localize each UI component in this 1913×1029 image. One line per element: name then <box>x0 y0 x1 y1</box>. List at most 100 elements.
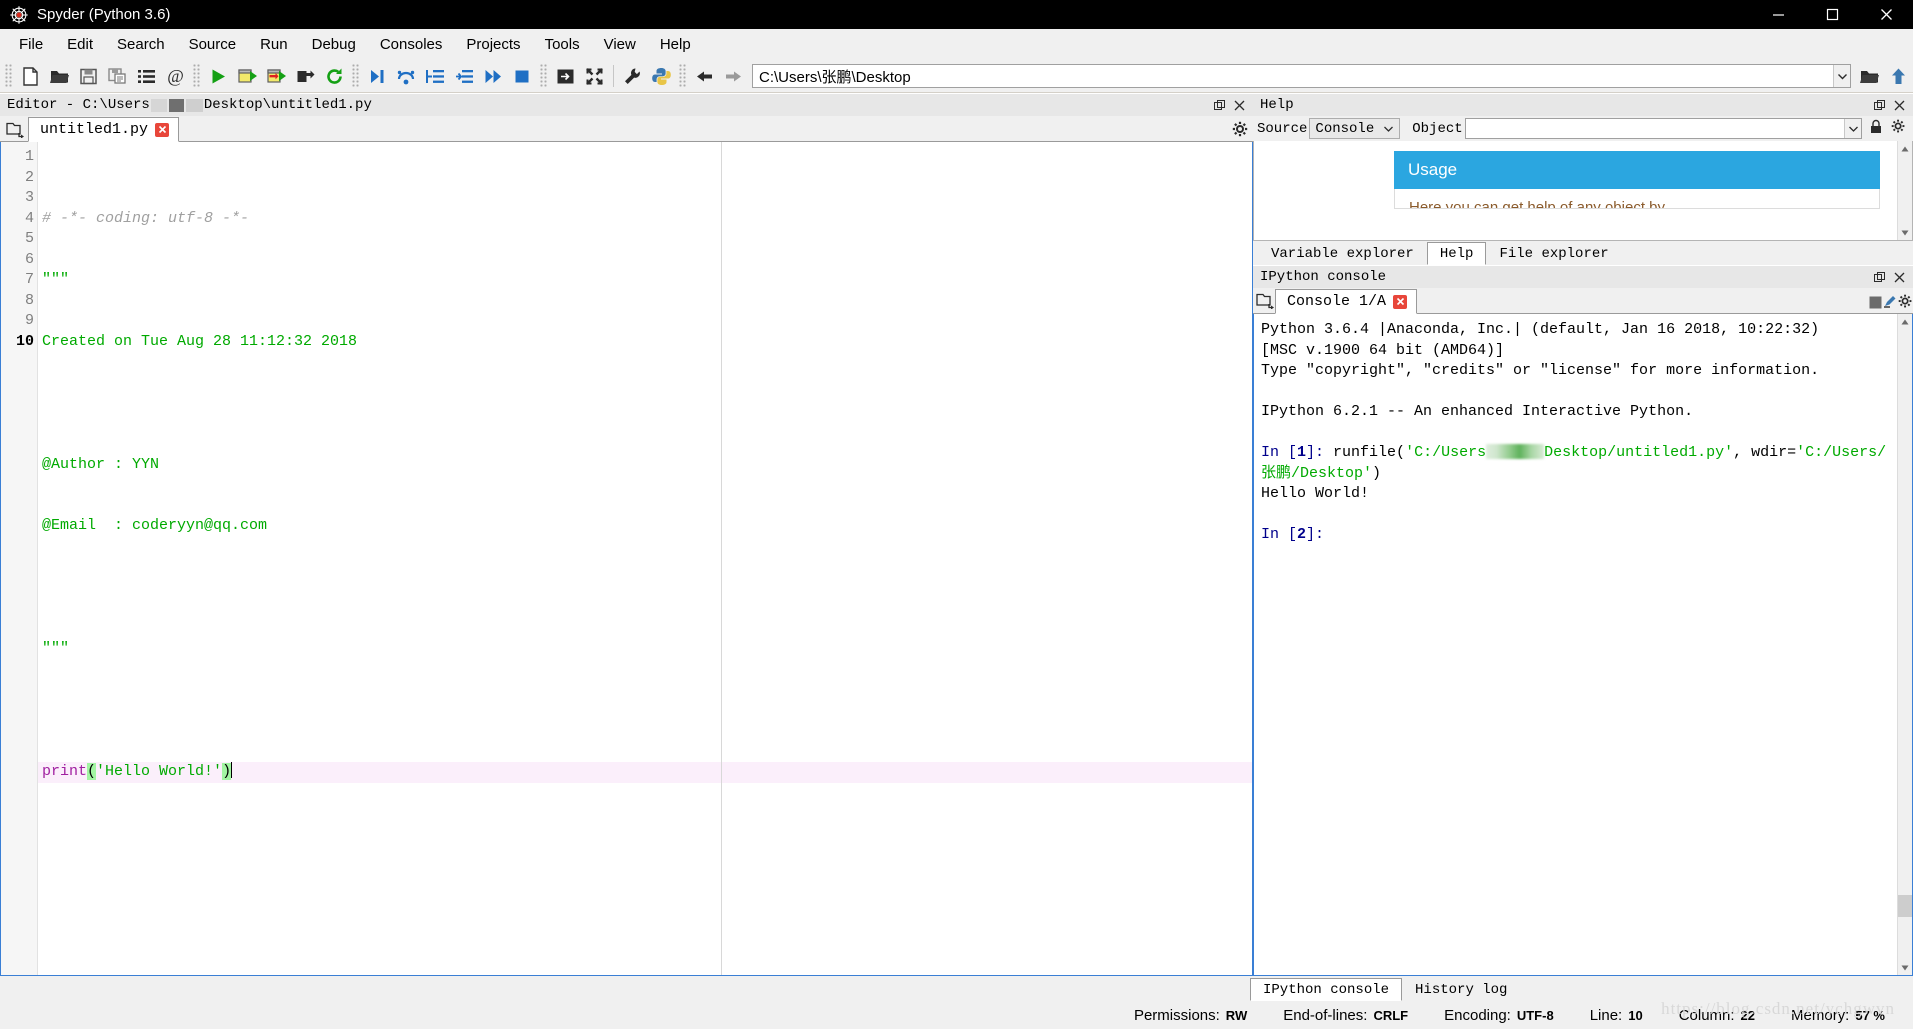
status-memory-value: 57 % <box>1855 1007 1885 1023</box>
close-pane-icon[interactable] <box>1234 100 1245 111</box>
working-directory-pathbar[interactable]: C:\Users\张鹏\Desktop <box>752 64 1851 88</box>
debug-continue-icon[interactable] <box>480 63 507 90</box>
gear-icon[interactable] <box>1227 117 1253 141</box>
fullscreen-icon[interactable] <box>581 63 608 90</box>
file-switcher-icon[interactable] <box>133 63 160 90</box>
help-pane-tabs: Variable explorer Help File explorer <box>1253 241 1913 265</box>
console-banner-line: [MSC v.1900 64 bit (AMD64)] <box>1261 341 1505 359</box>
tab-variable-explorer[interactable]: Variable explorer <box>1258 243 1427 265</box>
back-icon[interactable] <box>691 63 718 90</box>
toolbar-grip-debug[interactable] <box>352 64 360 88</box>
console-text[interactable]: Python 3.6.4 |Anaconda, Inc.| (default, … <box>1254 314 1897 975</box>
pythonpath-manager-icon[interactable] <box>648 63 675 90</box>
toolbar-grip-view[interactable] <box>540 64 548 88</box>
tab-file-explorer[interactable]: File explorer <box>1486 243 1621 265</box>
console-output-area[interactable]: Python 3.6.4 |Anaconda, Inc.| (default, … <box>1253 314 1913 976</box>
chevron-down-icon[interactable] <box>1833 65 1850 87</box>
stop-icon[interactable] <box>1869 296 1882 313</box>
tab-close-icon[interactable] <box>1393 294 1408 309</box>
status-permissions-value: RW <box>1225 1007 1248 1023</box>
gear-icon[interactable] <box>1891 119 1906 139</box>
undock-icon[interactable] <box>1214 99 1225 111</box>
debug-step-over-icon[interactable] <box>393 63 420 90</box>
run-selection-icon[interactable] <box>292 63 319 90</box>
browse-tabs-icon[interactable] <box>1256 292 1275 313</box>
menu-projects[interactable]: Projects <box>454 32 532 57</box>
undock-icon[interactable] <box>1874 99 1885 111</box>
debug-file-icon[interactable] <box>364 63 391 90</box>
toolbar-grip-nav[interactable] <box>679 64 687 88</box>
save-all-icon[interactable] <box>104 63 131 90</box>
maximize-button[interactable] <box>1805 0 1859 29</box>
find-in-files-icon[interactable]: @ <box>162 63 189 90</box>
tab-help[interactable]: Help <box>1426 242 1487 265</box>
debug-step-into-icon[interactable] <box>422 63 449 90</box>
run-cell-icon[interactable] <box>234 63 261 90</box>
menu-tools[interactable]: Tools <box>533 32 592 57</box>
scroll-up-icon[interactable] <box>1898 141 1912 156</box>
window-title: Spyder (Python 3.6) <box>37 6 171 23</box>
browse-tabs-icon[interactable] <box>3 117 28 141</box>
close-pane-icon[interactable] <box>1894 100 1905 111</box>
undock-icon[interactable] <box>1874 271 1885 283</box>
line-number-gutter: 1 2 3 4 5 6 7 8 9 10 <box>1 142 38 975</box>
menu-edit[interactable]: Edit <box>55 32 105 57</box>
scroll-down-icon[interactable] <box>1898 225 1912 240</box>
gear-icon[interactable] <box>1898 294 1913 313</box>
menu-debug[interactable]: Debug <box>300 32 368 57</box>
menu-search[interactable]: Search <box>105 32 177 57</box>
clear-console-icon[interactable] <box>1882 293 1898 313</box>
scroll-down-icon[interactable] <box>1898 960 1912 975</box>
scroll-up-icon[interactable] <box>1898 314 1912 329</box>
menu-run[interactable]: Run <box>248 32 300 57</box>
close-button[interactable] <box>1859 0 1913 29</box>
parent-directory-icon[interactable] <box>1885 63 1912 90</box>
help-source-select[interactable]: Console <box>1309 118 1401 139</box>
save-file-icon[interactable] <box>75 63 102 90</box>
status-bar: https://blog.csdn.net/ychgwvn Permission… <box>0 999 1913 1029</box>
console-tab-1a[interactable]: Console 1/A <box>1275 289 1418 314</box>
new-file-icon[interactable] <box>17 63 44 90</box>
menu-help[interactable]: Help <box>648 32 703 57</box>
code-token: @Email : coderyyn@qq.com <box>42 517 268 534</box>
redaction-block-3 <box>185 98 203 112</box>
menu-view[interactable]: View <box>592 32 648 57</box>
forward-icon[interactable] <box>720 63 747 90</box>
preferences-icon[interactable] <box>619 63 646 90</box>
close-pane-icon[interactable] <box>1894 272 1905 283</box>
editor-tab-untitled1[interactable]: untitled1.py <box>28 117 180 142</box>
console-vertical-scrollbar[interactable] <box>1897 314 1912 975</box>
run-cell-advance-icon[interactable] <box>263 63 290 90</box>
line-number: 3 <box>24 189 34 206</box>
help-vertical-scrollbar[interactable] <box>1897 141 1912 240</box>
code-editor[interactable]: 1 2 3 4 5 6 7 8 9 10 # -*- coding: utf-8… <box>0 142 1253 976</box>
menu-consoles[interactable]: Consoles <box>368 32 455 57</box>
chevron-down-icon[interactable] <box>1844 119 1861 138</box>
minimize-button[interactable] <box>1751 0 1805 29</box>
prompt-close: ]: <box>1306 444 1325 461</box>
toolbar-grip[interactable] <box>5 64 13 88</box>
tab-ipython-console[interactable]: IPython console <box>1250 978 1403 1001</box>
open-folder-icon[interactable] <box>1856 63 1883 90</box>
menu-source[interactable]: Source <box>177 32 249 57</box>
code-line: Created on Tue Aug 28 11:12:32 2018 <box>38 332 1252 353</box>
scrollbar-thumb[interactable] <box>1898 895 1912 917</box>
tab-history-log[interactable]: History log <box>1402 979 1520 1001</box>
toolbar-grip-run[interactable] <box>193 64 201 88</box>
run-file-icon[interactable] <box>205 63 232 90</box>
maximize-pane-icon[interactable] <box>552 63 579 90</box>
working-directory-value: C:\Users\张鹏\Desktop <box>759 68 911 86</box>
open-file-icon[interactable] <box>46 63 73 90</box>
main-toolbar: @ C:\Users\张鹏\Desktop <box>0 60 1913 93</box>
rerun-last-cell-icon[interactable] <box>321 63 348 90</box>
svg-text:@: @ <box>167 66 184 86</box>
tab-close-icon[interactable] <box>155 122 170 137</box>
menu-bar: File Edit Search Source Run Debug Consol… <box>0 29 1913 60</box>
debug-step-return-icon[interactable] <box>451 63 478 90</box>
menu-file[interactable]: File <box>7 32 55 57</box>
lock-icon[interactable] <box>1869 119 1883 139</box>
code-content[interactable]: # -*- coding: utf-8 -*- """ Created on T… <box>38 142 1252 975</box>
help-object-input[interactable] <box>1464 118 1862 139</box>
debug-stop-icon[interactable] <box>509 63 536 90</box>
code-token: Created on Tue Aug 28 11:12:32 2018 <box>42 332 358 350</box>
